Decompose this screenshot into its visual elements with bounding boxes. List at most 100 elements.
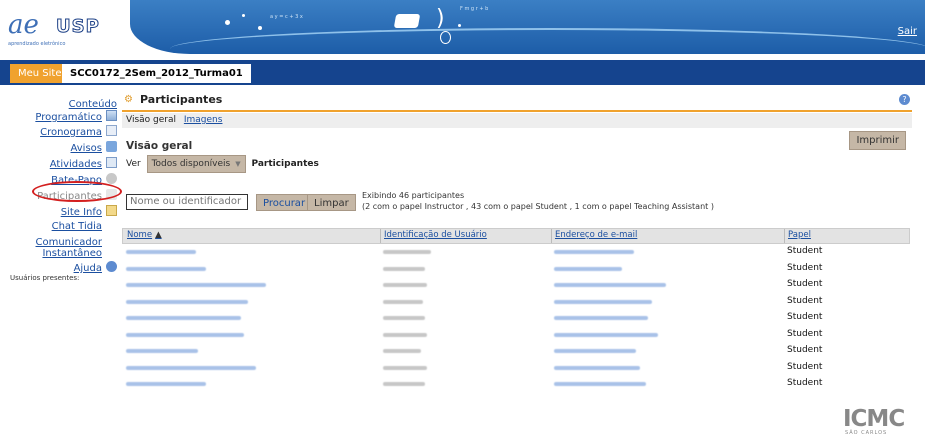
- nav-item-site-info[interactable]: Site Info: [61, 205, 117, 218]
- table-row: Student: [122, 310, 908, 326]
- column-header-role[interactable]: Papel: [788, 230, 811, 240]
- column-separator: [784, 229, 785, 243]
- logout-link[interactable]: Sair: [898, 26, 917, 37]
- calendar-icon: [106, 125, 117, 136]
- column-separator: [551, 229, 552, 243]
- participant-user-id: [383, 266, 425, 271]
- nav-item-conteudo-programatico[interactable]: Conteúdo Programático: [35, 99, 117, 123]
- nav-item-cronograma[interactable]: Cronograma: [40, 125, 117, 138]
- table-row: Student: [122, 360, 908, 376]
- sort-asc-icon: ▲: [155, 230, 162, 240]
- nav-item-label: Avisos: [70, 143, 103, 154]
- icmc-logo: ICMC SÃO CARLOS: [843, 406, 917, 438]
- participant-user-id: [383, 332, 427, 337]
- gear-icon[interactable]: ⚙: [124, 94, 133, 105]
- nav-item-avisos[interactable]: Avisos: [70, 141, 117, 154]
- participant-email-link[interactable]: [554, 332, 658, 337]
- nav-item-label: Cronograma: [40, 127, 102, 138]
- red-highlight-ellipse: [32, 181, 122, 202]
- banner-formula: F m g r + b: [460, 6, 489, 12]
- participant-name-link[interactable]: [126, 382, 206, 386]
- participant-email-link[interactable]: [554, 250, 634, 254]
- participant-role: Student: [787, 246, 823, 256]
- nav-item-label: Conteúdo Programático: [35, 99, 117, 123]
- search-button[interactable]: Procurar: [256, 194, 313, 211]
- tab-current-site[interactable]: SCC0172_2Sem_2012_Turma01: [62, 64, 251, 83]
- nav-item-ajuda[interactable]: Ajuda: [74, 261, 117, 274]
- participant-name-link[interactable]: [126, 266, 206, 271]
- nav-item-label: Chat Tidia: [51, 221, 102, 232]
- participant-user-id: [383, 299, 423, 304]
- help-icon[interactable]: ?: [899, 94, 910, 105]
- site-tab-bar: Meu Site SCC0172_2Sem_2012_Turma01: [0, 60, 925, 83]
- usp-logo: USP: [56, 16, 100, 38]
- tab-underline: [0, 83, 925, 85]
- view-select[interactable]: Todos disponíveis ▼: [146, 155, 246, 173]
- banner-swoosh: [170, 28, 925, 54]
- print-button[interactable]: Imprimir: [849, 131, 906, 150]
- participant-name-link[interactable]: [126, 365, 256, 370]
- search-input[interactable]: [126, 194, 248, 210]
- paren-shape: ): [436, 6, 445, 31]
- participant-email-link[interactable]: [554, 299, 652, 304]
- participant-role: Student: [787, 312, 823, 322]
- chevron-down-icon: ▼: [235, 160, 241, 168]
- column-header-name[interactable]: Nome ▲: [127, 230, 162, 240]
- tab-my-site[interactable]: Meu Site: [10, 64, 70, 83]
- lightbulb-icon: [440, 31, 451, 44]
- participant-name-link[interactable]: [126, 299, 248, 304]
- banner-formula: a y = c + 3 x: [270, 14, 303, 20]
- banner-dot: [258, 26, 262, 30]
- participant-email-link[interactable]: [554, 316, 648, 320]
- info-icon: [106, 205, 117, 216]
- view-label: Ver: [126, 159, 141, 169]
- participant-user-id: [383, 382, 425, 386]
- help-icon: [106, 261, 117, 272]
- participant-user-id: [383, 250, 431, 254]
- table-header: Nome ▲ Identificação de Usuário Endereço …: [122, 228, 910, 244]
- ae-usp-logo[interactable]: ae USP aprendizado eletrônico: [8, 10, 118, 50]
- participant-email-link[interactable]: [554, 349, 636, 353]
- table-row: Student: [122, 244, 908, 260]
- participant-email-link[interactable]: [554, 382, 646, 386]
- participant-role: Student: [787, 279, 823, 289]
- chat-icon: [106, 173, 117, 184]
- summary-count: Exibindo 46 participantes: [362, 191, 465, 200]
- participant-email-link[interactable]: [554, 266, 622, 271]
- column-header-email[interactable]: Endereço de e-mail: [555, 230, 637, 240]
- column-separator: [380, 229, 381, 243]
- subnav-images-link[interactable]: Imagens: [184, 115, 223, 125]
- column-header-label: Nome: [127, 230, 153, 240]
- nav-item-label: Atividades: [49, 159, 102, 170]
- header-banner: a y = c + 3 x ) F m g r + b: [130, 0, 925, 54]
- column-header-user-id[interactable]: Identificação de Usuário: [384, 230, 487, 240]
- table-row: Student: [122, 294, 908, 310]
- nav-item-comunicador[interactable]: Comunicador Instantâneo: [36, 237, 103, 259]
- nav-item-chat-tidia[interactable]: Chat Tidia: [52, 221, 102, 232]
- tasks-icon: [106, 157, 117, 168]
- participant-email-link[interactable]: [554, 283, 666, 287]
- logo-tagline: aprendizado eletrônico: [8, 41, 66, 47]
- nav-item-label: Ajuda: [73, 263, 102, 274]
- participant-name-link[interactable]: [126, 250, 196, 254]
- header: ae USP aprendizado eletrônico a y = c + …: [0, 0, 925, 58]
- page-title: Participantes: [140, 93, 223, 106]
- nav-item-atividades[interactable]: Atividades: [50, 157, 117, 170]
- icmc-logo-sub: SÃO CARLOS: [845, 430, 888, 436]
- participant-email-link[interactable]: [554, 365, 640, 370]
- view-filter-row: Ver Todos disponíveis ▼ Participantes: [126, 155, 319, 173]
- participant-name-link[interactable]: [126, 349, 198, 353]
- participant-name-link[interactable]: [126, 283, 266, 287]
- subnav-overview: Visão geral: [126, 115, 176, 125]
- announcement-icon: [106, 141, 117, 152]
- users-present-label: Usuários presentes:: [10, 274, 80, 282]
- banner-dot: [225, 20, 230, 25]
- participant-name-link[interactable]: [126, 332, 244, 337]
- clear-button[interactable]: Limpar: [307, 194, 356, 211]
- icmc-logo-text: ICMC: [843, 406, 905, 432]
- participant-user-id: [383, 316, 425, 320]
- participant-user-id: [383, 365, 427, 370]
- book-icon: [393, 14, 421, 28]
- summary-roles: (2 com o papel Instructor , 43 com o pap…: [362, 202, 714, 211]
- participant-name-link[interactable]: [126, 316, 241, 320]
